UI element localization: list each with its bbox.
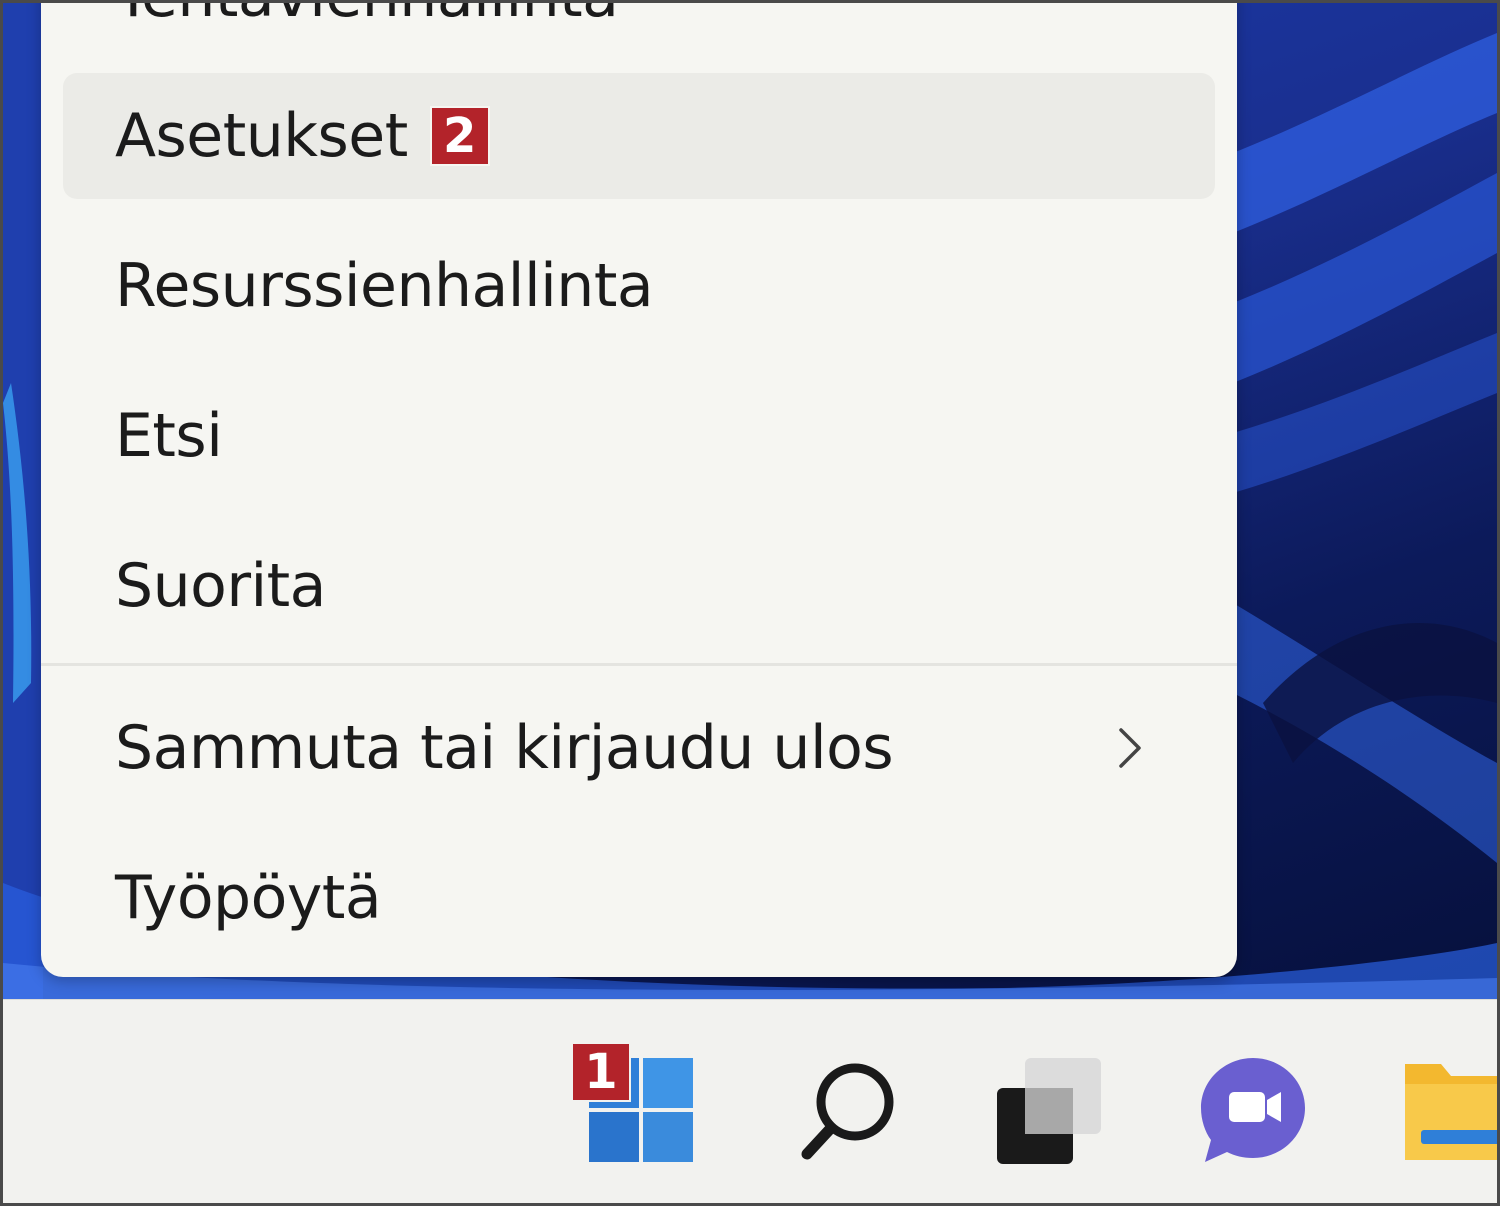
menu-item-label: Suorita	[115, 551, 326, 621]
menu-item-label: Resurssienhallinta	[115, 251, 654, 321]
step-badge: 1	[571, 1042, 631, 1102]
chevron-right-icon	[1119, 728, 1141, 768]
taskbar: 1	[3, 999, 1497, 1203]
start-context-menu: Tehtävienhallinta Asetukset 2 Resurssien…	[41, 3, 1237, 977]
search-button[interactable]	[793, 1054, 905, 1166]
task-view-button[interactable]	[993, 1054, 1105, 1166]
task-view-icon	[997, 1058, 1101, 1164]
menu-item-label: Tehtävienhallinta	[115, 3, 619, 31]
chat-button[interactable]	[1197, 1054, 1309, 1166]
file-explorer-button[interactable]	[1401, 1054, 1497, 1166]
menu-item-label: Työpöytä	[115, 863, 382, 933]
menu-divider	[41, 663, 1237, 666]
teams-chat-icon	[1201, 1058, 1305, 1162]
file-explorer-icon	[1405, 1064, 1497, 1160]
search-icon	[801, 1063, 894, 1160]
step-badge: 2	[429, 106, 490, 166]
menu-item-run[interactable]: Suorita	[63, 523, 1215, 649]
menu-item-file-explorer[interactable]: Resurssienhallinta	[63, 223, 1215, 349]
menu-item-task-manager[interactable]: Tehtävienhallinta	[63, 3, 1215, 59]
menu-item-label: Asetukset	[115, 101, 408, 171]
menu-item-settings[interactable]: Asetukset 2	[63, 73, 1215, 199]
menu-item-shutdown-signout[interactable]: Sammuta tai kirjaudu ulos	[63, 685, 1215, 811]
screen: Tehtävienhallinta Asetukset 2 Resurssien…	[0, 0, 1500, 1206]
menu-item-label: Sammuta tai kirjaudu ulos	[115, 713, 894, 783]
menu-item-desktop[interactable]: Työpöytä	[63, 835, 1215, 961]
menu-item-search[interactable]: Etsi	[63, 373, 1215, 499]
menu-item-label: Etsi	[115, 401, 223, 471]
